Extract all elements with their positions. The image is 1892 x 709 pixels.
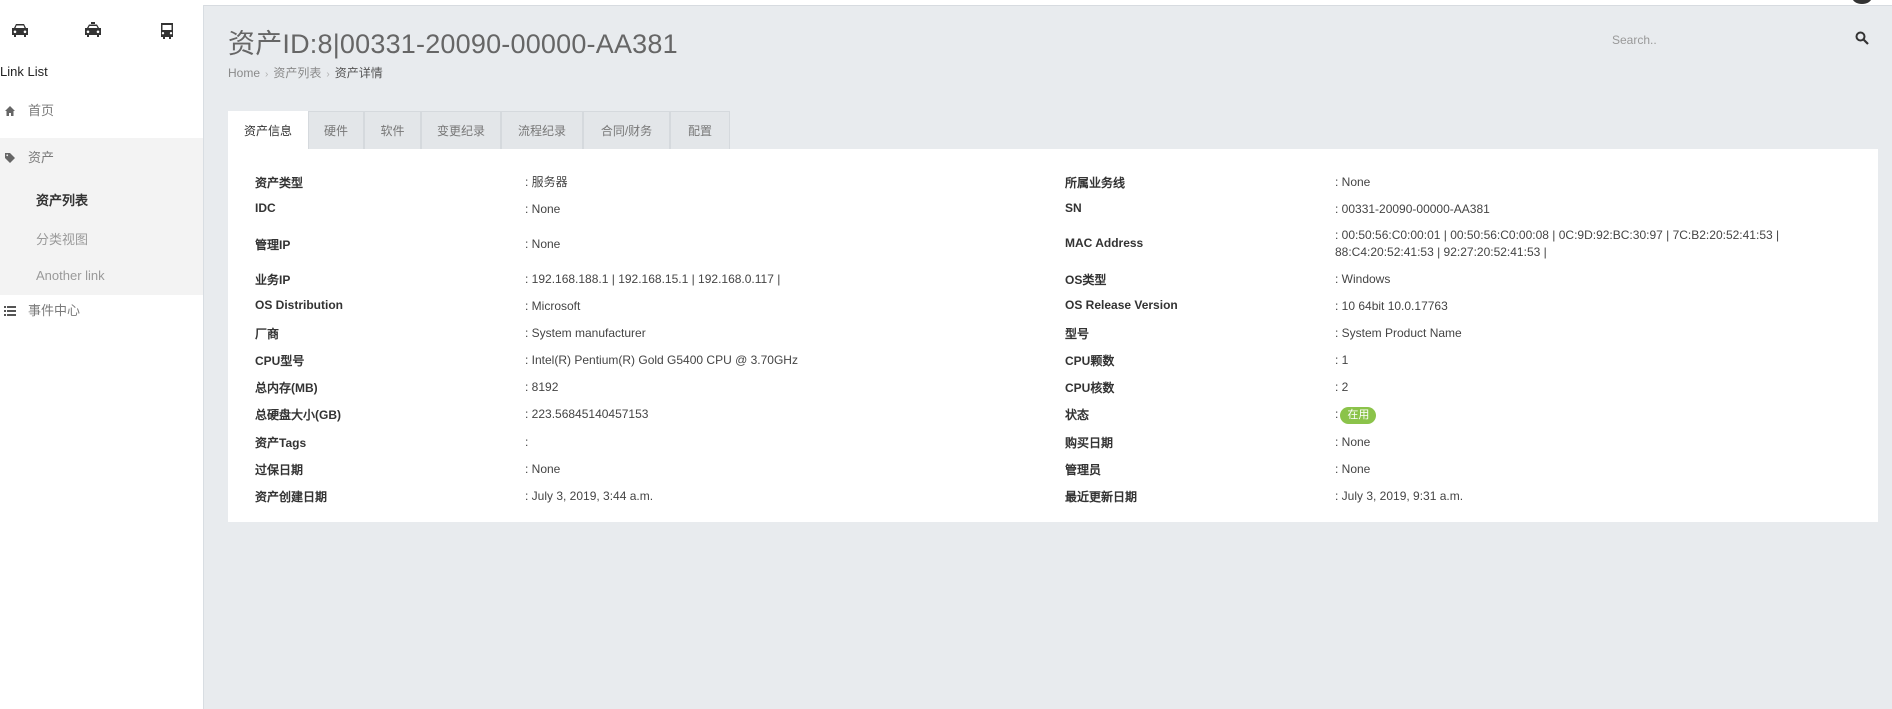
field-value: : 8192 [525, 380, 559, 394]
breadcrumb-current: 资产详情 [334, 66, 383, 80]
breadcrumb: Home › 资产列表 › 资产详情 [228, 64, 383, 81]
field-label: CPU颗数 [1065, 354, 1115, 368]
field-label: 管理IP [255, 238, 291, 252]
field-value: : July 3, 2019, 3:44 a.m. [525, 489, 654, 503]
tab-hardware[interactable]: 硬件 [308, 111, 364, 149]
sidebar-item-assets[interactable]: 资产 [0, 138, 203, 178]
field-value: : 10 64bit 10.0.17763 [1335, 299, 1448, 313]
field-value: : 223.56845140457153 [525, 407, 649, 421]
field-value: : 2 [1335, 380, 1349, 394]
sidebar-icon-row [0, 22, 203, 46]
field-label: CPU核数 [1065, 381, 1115, 395]
asset-detail-panel: 资产类型 : 服务器 所属业务线 : None IDC : None SN : … [228, 149, 1878, 522]
field-value: : System manufacturer [525, 326, 646, 340]
taxi-icon[interactable] [83, 22, 105, 42]
field-value: : None [1335, 175, 1371, 189]
field-value: : None [1335, 435, 1371, 449]
field-value: : Windows [1335, 272, 1391, 286]
tab-change-log[interactable]: 变更纪录 [421, 111, 501, 149]
field-label: 总硬盘大小(GB) [255, 408, 341, 422]
breadcrumb-asset-list[interactable]: 资产列表 [273, 64, 321, 81]
field-value: : None [525, 202, 561, 216]
submenu-item-category-view[interactable]: 分类视图 [36, 229, 88, 248]
tab-contract-finance[interactable]: 合同/财务 [583, 111, 670, 149]
field-label: 购买日期 [1065, 436, 1114, 450]
bus-icon[interactable] [157, 22, 179, 42]
field-label: IDC [255, 201, 276, 215]
field-label: 总内存(MB) [255, 381, 318, 395]
field-value: : None [1335, 462, 1371, 476]
sidebar: Link List 首页 资产 资产列表 分类视图 Another link 事… [0, 5, 204, 709]
field-value: : 192.168.188.1 | 192.168.15.1 | 192.168… [525, 272, 781, 286]
field-label: 厂商 [255, 327, 280, 341]
field-label: 业务IP [255, 273, 291, 287]
field-value: : 00331-20090-00000-AA381 [1335, 202, 1490, 216]
field-label: 资产创建日期 [255, 490, 328, 504]
sidebar-submenu-assets: 资产 资产列表 分类视图 Another link [0, 138, 203, 295]
field-label: 资产类型 [255, 176, 304, 190]
status-badge: 在用 [1340, 407, 1377, 424]
list-icon [4, 306, 16, 316]
field-value: : Intel(R) Pentium(R) Gold G5400 CPU @ 3… [525, 353, 798, 367]
field-label: OS Release Version [1065, 298, 1178, 312]
field-value: : [1335, 407, 1339, 421]
sidebar-item-events[interactable]: 事件中心 [0, 291, 203, 331]
field-label: 状态 [1065, 408, 1090, 422]
field-value: : None [525, 237, 561, 251]
field-label: 过保日期 [255, 463, 304, 477]
field-value: : [525, 435, 529, 449]
field-label: OS Distribution [255, 298, 343, 312]
sidebar-item-home[interactable]: 首页 [0, 91, 203, 131]
sidebar-title: Link List [0, 64, 48, 79]
field-label: OS类型 [1065, 273, 1107, 287]
sidebar-item-label: 事件中心 [28, 303, 81, 318]
submenu-item-asset-list[interactable]: 资产列表 [36, 190, 88, 209]
breadcrumb-home[interactable]: Home [228, 66, 260, 80]
search-icon[interactable] [1855, 31, 1869, 45]
search-input[interactable] [1610, 28, 1854, 52]
top-bar [0, 0, 1892, 6]
field-label: 型号 [1065, 327, 1090, 341]
breadcrumb-separator-icon: › [326, 69, 330, 80]
field-label: MAC Address [1065, 236, 1144, 250]
field-label: 管理员 [1065, 463, 1102, 477]
home-icon [5, 106, 15, 116]
field-label: CPU型号 [255, 354, 305, 368]
field-value: : None [525, 462, 561, 476]
tab-process-log[interactable]: 流程纪录 [501, 111, 583, 149]
field-label: 所属业务线 [1065, 176, 1126, 190]
submenu-item-another-link[interactable]: Another link [36, 268, 105, 283]
page-title: 资产ID:8|00331-20090-00000-AA381 [228, 29, 678, 59]
sidebar-item-label: 资产 [28, 150, 55, 165]
field-value: : 00:50:56:C0:00:01 | 00:50:56:C0:00:08 … [1335, 228, 1780, 259]
tag-icon [5, 153, 15, 163]
field-label: SN [1065, 201, 1082, 215]
breadcrumb-separator-icon: › [265, 69, 269, 80]
status-field: : 在用 [1335, 406, 1377, 424]
field-value: : Microsoft [525, 299, 581, 313]
field-value: : July 3, 2019, 9:31 a.m. [1335, 489, 1464, 503]
field-value: : System Product Name [1335, 326, 1462, 340]
car-icon[interactable] [10, 22, 32, 42]
tab-software[interactable]: 软件 [364, 111, 421, 149]
tab-asset-info[interactable]: 资产信息 [228, 111, 308, 149]
field-label: 资产Tags [255, 436, 307, 450]
field-value: : 服务器 [525, 175, 568, 189]
tab-config[interactable]: 配置 [670, 111, 730, 149]
sidebar-item-label: 首页 [28, 103, 55, 118]
field-value: : 1 [1335, 353, 1349, 367]
field-label: 最近更新日期 [1065, 490, 1138, 504]
